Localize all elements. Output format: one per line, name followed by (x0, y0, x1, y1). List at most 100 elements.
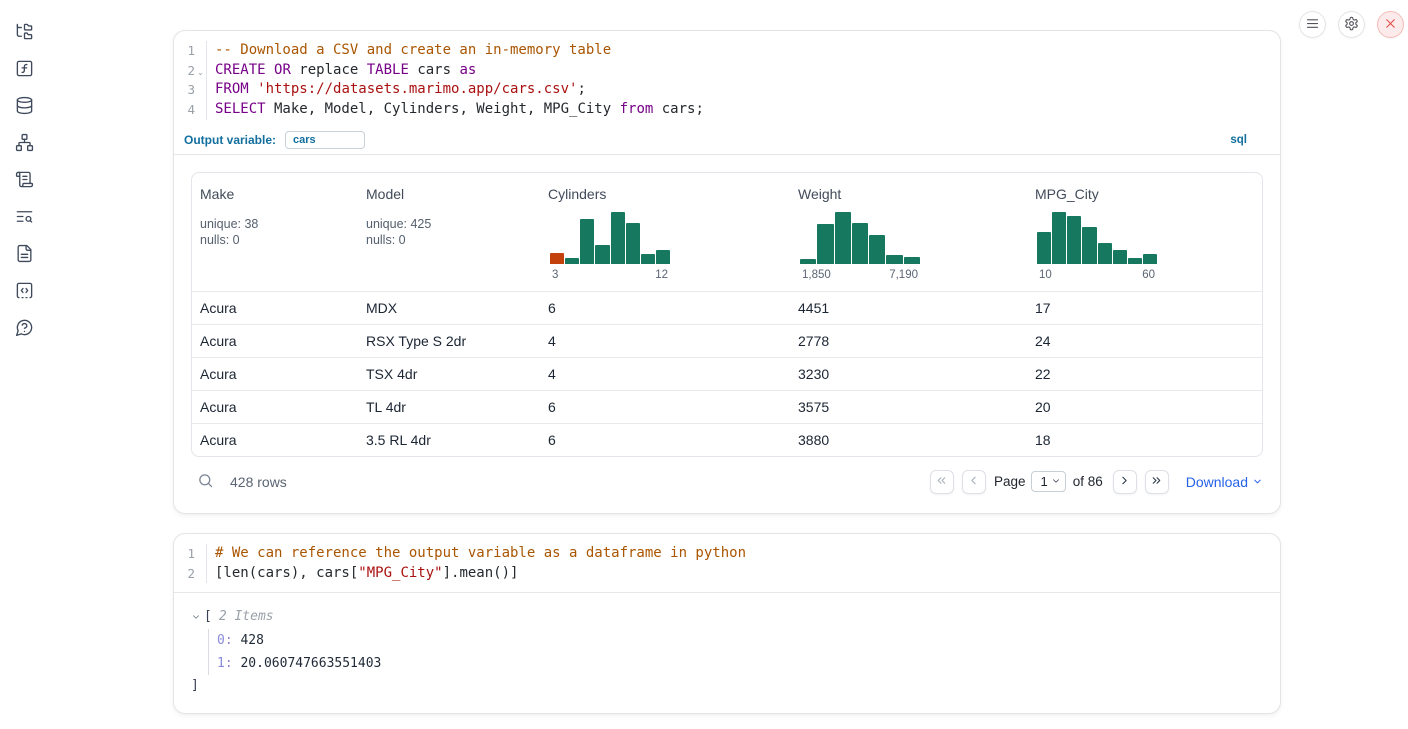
histogram-bar (595, 245, 609, 264)
code-line[interactable]: # We can reference the output variable a… (215, 544, 746, 564)
sidebar-item-variables[interactable] (14, 60, 34, 80)
sidebar (0, 0, 48, 729)
histogram-bar (1052, 212, 1066, 264)
download-label: Download (1186, 474, 1248, 490)
file-text-icon (15, 244, 34, 266)
output-variable-label: Output variable: (184, 133, 276, 147)
chevron-right-icon (1118, 474, 1131, 490)
column-header-weight[interactable]: Weight1,8507,190 (790, 173, 1027, 291)
column-name: Model (366, 186, 536, 202)
histogram-bar (1067, 216, 1081, 264)
histogram-bar (1037, 232, 1051, 264)
gutter: 12⌄34 (174, 41, 207, 120)
python-code-editor[interactable]: 12 # We can reference the output variabl… (174, 534, 1280, 592)
sql-code-editor[interactable]: 12⌄34 -- Download a CSV and create an in… (174, 31, 1280, 129)
sidebar-item-tracebacks[interactable] (14, 208, 34, 228)
column-header-model[interactable]: Modelunique: 425nulls: 0 (358, 173, 540, 291)
histogram-bar (852, 223, 868, 264)
table-cell: TSX 4dr (358, 366, 540, 382)
column-header-cylinders[interactable]: Cylinders 312 (540, 173, 790, 291)
table-cell: 3230 (790, 366, 1027, 382)
table-cell: Acura (192, 300, 358, 316)
tree-collapse-button[interactable] (191, 610, 201, 625)
code-line[interactable]: -- Download a CSV and create an in-memor… (215, 41, 704, 61)
prev-page-button[interactable] (962, 470, 986, 494)
last-page-button[interactable] (1145, 470, 1169, 494)
function-square-icon (15, 59, 34, 81)
code-line[interactable]: SELECT Make, Model, Cylinders, Weight, M… (215, 100, 704, 120)
search-button[interactable] (197, 472, 214, 492)
sidebar-item-datasources[interactable] (14, 97, 34, 117)
sidebar-item-file-explorer[interactable] (14, 23, 34, 43)
table-cell: Acura (192, 366, 358, 382)
sidebar-item-dependency-graph[interactable] (14, 134, 34, 154)
table-cell: Acura (192, 399, 358, 415)
page-label: Page (994, 474, 1026, 489)
chevrons-right-icon (1150, 474, 1163, 490)
chevrons-left-icon (935, 474, 948, 490)
table-cell: 20 (1027, 399, 1262, 415)
column-histogram (1037, 212, 1157, 264)
topbar-actions (1299, 11, 1404, 38)
shutdown-button[interactable] (1377, 11, 1404, 38)
table-cell: 2778 (790, 333, 1027, 349)
column-name: MPG_City (1035, 186, 1258, 202)
table-row: Acura3.5 RL 4dr6388018 (192, 423, 1262, 456)
table-row: AcuraMDX6445117 (192, 291, 1262, 324)
table-row: AcuraTL 4dr6357520 (192, 390, 1262, 423)
histogram-axis-labels: 1,8507,190 (800, 269, 920, 281)
histogram-bar (565, 258, 579, 264)
table-footer: 428 rows Page 1 of 86 (191, 457, 1263, 513)
table-cell: Acura (192, 432, 358, 448)
output-tree: [ 2 Items 0: 4281: 20.060747663551403 ] (174, 593, 1280, 713)
column-histogram (550, 212, 670, 264)
histogram-bar (817, 224, 833, 264)
language-badge: sql (1230, 134, 1247, 146)
pagination: Page 1 of 86 Download (930, 470, 1263, 494)
sql-cell: 12⌄34 -- Download a CSV and create an in… (173, 30, 1281, 514)
scroll-icon (15, 170, 34, 192)
column-name: Make (200, 186, 354, 202)
table-cell: 3575 (790, 399, 1027, 415)
menu-button[interactable] (1299, 11, 1326, 38)
column-name: Cylinders (548, 186, 786, 202)
table-cell: 3.5 RL 4dr (358, 432, 540, 448)
tree-item: 1: 20.060747663551403 (217, 652, 1263, 675)
histogram-bar (1113, 250, 1127, 264)
table-header: Make unique: 38nulls: 0Modelunique: 425nu… (192, 173, 1262, 291)
sidebar-item-snippets[interactable] (14, 282, 34, 302)
table-output: Make unique: 38nulls: 0Modelunique: 425nu… (174, 155, 1280, 513)
close-icon (1383, 16, 1398, 34)
data-table: Make unique: 38nulls: 0Modelunique: 425nu… (191, 172, 1263, 457)
table-cell: TL 4dr (358, 399, 540, 415)
output-variable-input[interactable] (285, 131, 365, 149)
sidebar-item-logs[interactable] (14, 171, 34, 191)
fold-chevron-icon[interactable]: ⌄ (195, 68, 206, 77)
page-select-value: 1 (1040, 474, 1047, 489)
code-line[interactable]: [len(cars), cars["MPG_City"].mean()] (215, 564, 746, 584)
code-lines[interactable]: # We can reference the output variable a… (207, 544, 746, 583)
column-header-make[interactable]: Make unique: 38nulls: 0 (192, 173, 358, 291)
table-row: AcuraRSX Type S 2dr4277824 (192, 324, 1262, 357)
tree-items: 0: 4281: 20.060747663551403 (208, 629, 1263, 675)
column-header-mpg_city[interactable]: MPG_City1060 (1027, 173, 1262, 291)
column-stats: unique: 38nulls: 0 (200, 216, 354, 249)
table-cell: 4 (540, 333, 790, 349)
row-count: 428 rows (230, 474, 287, 490)
histogram-bar (626, 223, 640, 264)
sidebar-item-documentation[interactable] (14, 245, 34, 265)
sidebar-item-help[interactable] (14, 319, 34, 339)
first-page-button[interactable] (930, 470, 954, 494)
code-lines[interactable]: -- Download a CSV and create an in-memor… (207, 41, 704, 120)
help-bubble-icon (15, 318, 34, 340)
tree-item-count: 2 Items (219, 606, 274, 629)
code-line[interactable]: FROM 'https://datasets.marimo.app/cars.c… (215, 80, 704, 100)
page-select[interactable]: 1 (1031, 471, 1065, 492)
tree-item: 0: 428 (217, 629, 1263, 652)
code-line[interactable]: CREATE OR replace TABLE cars as (215, 61, 704, 81)
next-page-button[interactable] (1113, 470, 1137, 494)
gutter: 12 (174, 544, 207, 583)
settings-button[interactable] (1338, 11, 1365, 38)
download-button[interactable]: Download (1186, 474, 1263, 490)
histogram-axis-labels: 312 (550, 269, 670, 281)
